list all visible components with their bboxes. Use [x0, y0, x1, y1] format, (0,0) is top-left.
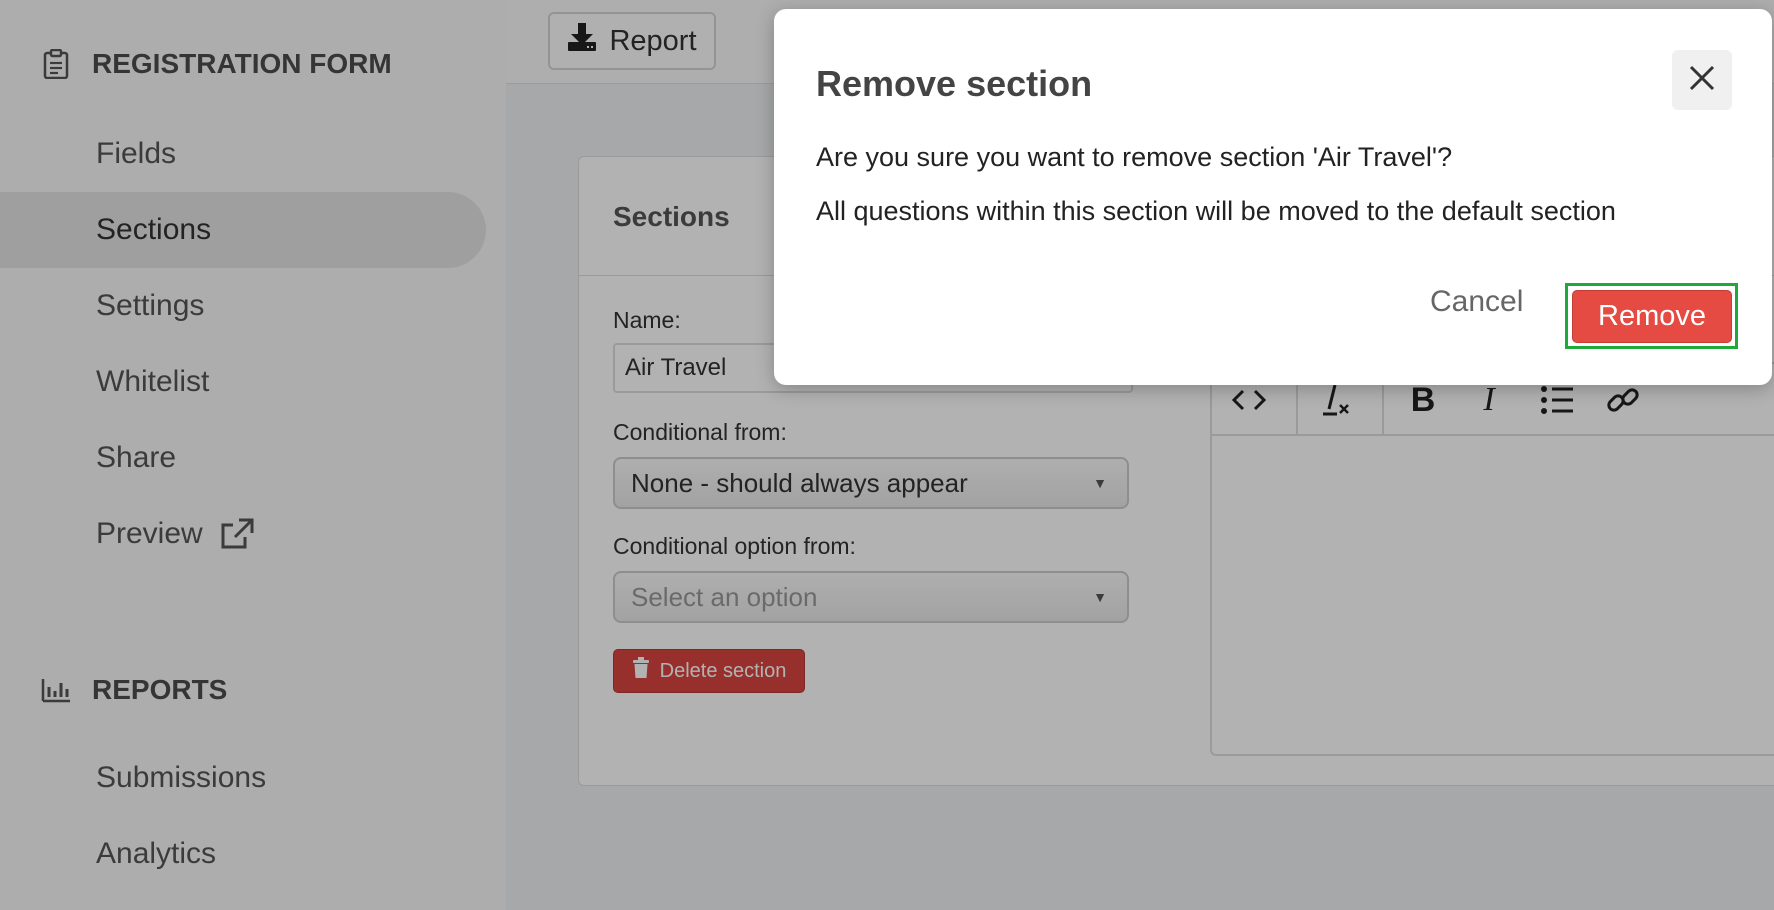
close-button[interactable] — [1672, 50, 1732, 110]
close-icon — [1688, 64, 1716, 97]
dialog-note: All questions within this section will b… — [816, 196, 1616, 226]
dialog-message: Are you sure you want to remove section … — [816, 142, 1453, 172]
remove-button[interactable]: Remove — [1572, 290, 1732, 343]
dialog-title: Remove section — [816, 63, 1093, 104]
cancel-button[interactable]: Cancel — [1430, 285, 1523, 319]
remove-section-dialog: Remove section Are you sure you want to … — [774, 9, 1772, 385]
